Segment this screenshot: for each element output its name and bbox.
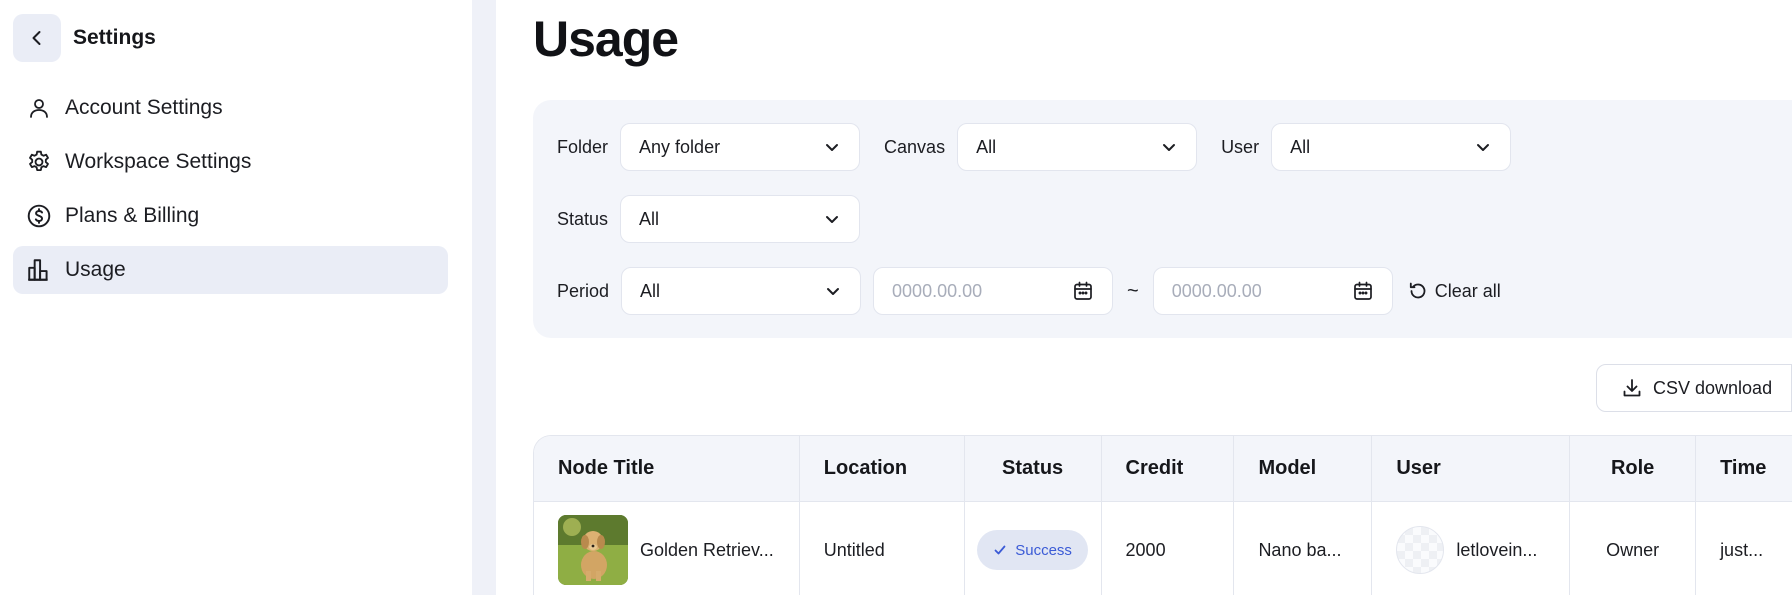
status-badge-label: Success [1015,541,1072,559]
time-cell: just... [1720,539,1764,560]
main-content: Usage Folder Any folder Canvas All User … [496,0,1792,595]
user-select-value: All [1290,136,1311,157]
table-row[interactable]: Golden Retriev... Untitled Success 2000 … [534,502,1792,595]
node-thumbnail [558,515,628,585]
user-select[interactable]: All [1271,123,1512,171]
nav-label: Workspace Settings [65,150,252,173]
credit-cell: 2000 [1102,502,1235,595]
dollar-icon [25,202,53,230]
nav-item-usage[interactable]: Usage [13,246,448,294]
chevron-left-icon [32,31,41,45]
page-title: Usage [533,11,679,67]
avatar [1396,526,1445,574]
column-header-location[interactable]: Location [800,436,965,501]
location-cell: Untitled [800,502,965,595]
period-label: Period [557,280,610,301]
user-label: User [1221,136,1260,157]
nav-label: Usage [65,258,126,281]
back-button[interactable] [13,14,61,62]
folder-select-value: Any folder [639,136,721,157]
folder-select[interactable]: Any folder [620,123,861,171]
sidebar-header: Settings [13,14,156,62]
chevron-down-icon [1477,144,1490,151]
download-icon [1623,379,1641,397]
clear-all-button[interactable]: Clear all [1407,280,1501,302]
user-cell: letlovein... [1372,502,1571,595]
filter-panel: Folder Any folder Canvas All User All St… [533,100,1792,338]
filter-row-1: Folder Any folder Canvas All User All [557,123,1512,171]
column-header-status[interactable]: Status [965,436,1102,501]
status-label: Status [557,208,609,229]
status-badge: Success [977,530,1088,570]
filter-row-2: Status All [557,195,861,243]
nav-item-workspace-settings[interactable]: Workspace Settings [13,138,448,186]
sidebar: Settings Account Settings Workspace Sett… [0,0,472,595]
calendar-icon[interactable] [1352,280,1374,302]
clear-all-label: Clear all [1434,280,1501,301]
sidebar-divider [472,0,496,595]
sidebar-title: Settings [73,26,156,49]
user-icon [25,94,53,122]
app-window: Settings Account Settings Workspace Sett… [0,0,1792,595]
chevron-down-icon [1163,144,1176,151]
canvas-select-value: All [976,136,997,157]
csv-download-label: CSV download [1653,377,1773,398]
table-header-row: Node Title Location Status Credit Model … [534,436,1792,502]
model-cell: Nano ba... [1234,502,1373,595]
folder-label: Folder [557,136,609,157]
start-date-placeholder: 0000.00.00 [892,280,983,301]
filter-row-3: Period All 0000.00.00 ~ 0000.00.00 Clear… [557,267,1501,315]
status-cell: Success [965,502,1102,595]
nav-label: Plans & Billing [65,204,200,227]
csv-download-button[interactable]: CSV download [1596,364,1792,412]
chevron-down-icon [826,144,839,151]
end-date-input[interactable]: 0000.00.00 [1152,267,1393,315]
column-header-time[interactable]: Time [1696,436,1792,501]
status-select-value: All [639,208,660,229]
column-header-role[interactable]: Role [1570,436,1697,501]
column-header-node-title[interactable]: Node Title [534,436,800,501]
canvas-label: Canvas [884,136,946,157]
check-icon [994,545,1006,555]
end-date-placeholder: 0000.00.00 [1171,280,1262,301]
column-header-credit[interactable]: Credit [1102,436,1235,501]
date-range-separator: ~ [1127,279,1139,302]
gear-icon [25,148,53,176]
role-cell: Owner [1570,502,1697,595]
column-header-user[interactable]: User [1372,436,1571,501]
start-date-input[interactable]: 0000.00.00 [873,267,1114,315]
canvas-select[interactable]: All [957,123,1198,171]
node-title-cell: Golden Retriev... [534,502,800,595]
nav-item-account-settings[interactable]: Account Settings [13,84,448,132]
reset-icon [1409,282,1426,299]
nav-label: Account Settings [65,96,223,119]
period-select-value: All [640,280,661,301]
calendar-icon[interactable] [1072,280,1094,302]
status-select[interactable]: All [620,195,861,243]
node-title: Golden Retriev... [640,539,774,560]
settings-nav: Account Settings Workspace Settings Plan… [13,84,448,300]
nav-item-plans-billing[interactable]: Plans & Billing [13,192,448,240]
chevron-down-icon [826,216,839,223]
chevron-down-icon [827,288,840,295]
usage-table: Node Title Location Status Credit Model … [533,435,1792,595]
user-name: letlovein... [1456,539,1538,560]
bar-chart-icon [25,256,53,284]
period-select[interactable]: All [621,267,862,315]
column-header-model[interactable]: Model [1234,436,1373,501]
